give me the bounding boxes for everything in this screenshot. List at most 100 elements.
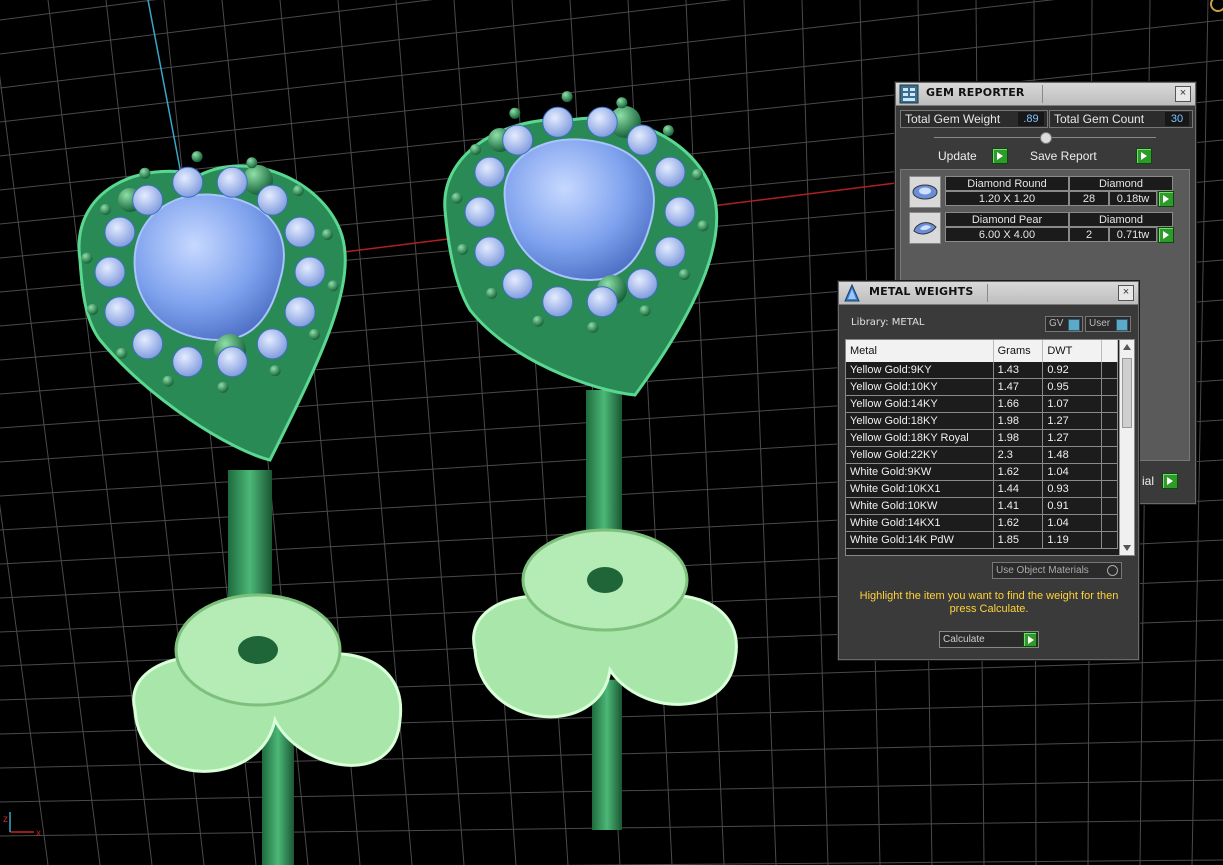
metal-row-grams: 1.98: [993, 412, 1044, 430]
metal-row[interactable]: Yellow Gold:18KY Royal 1.98 1.27: [846, 429, 1118, 447]
metal-row-metal: White Gold:14K PdW: [846, 531, 994, 549]
gem-row-pear-count: 2: [1069, 227, 1109, 242]
metal-row-grams: 1.41: [993, 497, 1044, 515]
gem-reporter-close-button[interactable]: ×: [1175, 86, 1191, 102]
metal-row-dwt: 0.91: [1042, 497, 1103, 515]
total-gem-count-value: 30: [1165, 112, 1189, 126]
right-bead: [561, 91, 573, 103]
gem-reporter-titlebar[interactable]: GEM REPORTER ×: [896, 83, 1195, 106]
gv-toggle-icon: [1068, 319, 1080, 331]
save-report-go-icon: [1136, 148, 1152, 164]
gem-reporter-title: GEM REPORTER: [926, 86, 1025, 99]
right-bead: [532, 315, 544, 327]
right-bead: [451, 192, 463, 204]
gem-row-round-weight: 0.18tw: [1109, 191, 1157, 206]
right-halo-stone: [664, 196, 696, 228]
metal-row-grams: 1.47: [993, 378, 1044, 396]
metal-row[interactable]: White Gold:10KW 1.41 0.91: [846, 497, 1118, 515]
earring-left[interactable]: [77, 151, 403, 865]
earring-right[interactable]: [443, 91, 738, 830]
metal-row[interactable]: Yellow Gold:18KY 1.98 1.27: [846, 412, 1118, 430]
center-pear-gem-left: [133, 193, 285, 342]
metal-row[interactable]: Yellow Gold:22KY 2.3 1.48: [846, 446, 1118, 464]
gem-row-round-go-icon[interactable]: [1158, 191, 1174, 207]
metal-row[interactable]: Yellow Gold:14KY 1.66 1.07: [846, 395, 1118, 413]
grid-line: [0, 503, 49, 865]
gem-row-round-size: 1.20 X 1.20: [945, 191, 1069, 206]
axis-cyan-line: [147, 0, 186, 196]
metal-row-grams: 1.98: [993, 429, 1044, 447]
scroll-thumb[interactable]: [1122, 358, 1132, 428]
gem-row-pear-size: 6.00 X 4.00: [945, 227, 1069, 242]
left-bead: [100, 204, 112, 216]
metal-column-header[interactable]: Metal: [846, 340, 994, 362]
splitter-handle[interactable]: [1040, 132, 1052, 144]
scroll-down-icon[interactable]: [1123, 545, 1131, 551]
left-halo-stone: [104, 216, 136, 248]
metal-row-dwt: 1.27: [1042, 412, 1103, 430]
post-right-lower: [592, 680, 622, 830]
metal-row-dwt: 0.92: [1042, 362, 1103, 379]
gv-toggle[interactable]: GV: [1045, 316, 1083, 332]
calculate-button[interactable]: Calculate: [939, 631, 1039, 648]
metal-row[interactable]: White Gold:10KX1 1.44 0.93: [846, 480, 1118, 498]
total-gem-count-label: Total Gem Count: [1054, 112, 1145, 126]
left-halo-stone: [172, 346, 204, 378]
gem-row-pear-go-icon[interactable]: [1158, 227, 1174, 243]
left-bead: [87, 303, 99, 315]
right-halo-stone: [502, 268, 534, 300]
grid-line: [801, 0, 829, 865]
gem-row-pear[interactable]: Diamond Pear Diamond 6.00 X 4.00 2 0.71t…: [909, 212, 1174, 244]
metal-row[interactable]: White Gold:9KW 1.62 1.04: [846, 463, 1118, 481]
metal-row[interactable]: Yellow Gold:9KY 1.43 0.92: [846, 362, 1118, 379]
metal-table: Metal Grams DWT Yellow Gold:9KY 1.43 0.92 Y…: [846, 340, 1118, 549]
metal-row-spare: [1101, 497, 1118, 515]
metal-row[interactable]: White Gold:14KX1 1.62 1.04: [846, 514, 1118, 532]
left-bead: [327, 280, 339, 292]
metal-row-spare: [1101, 395, 1118, 413]
axis-indicator: x z: [3, 812, 41, 839]
partial-go-icon: [1162, 473, 1178, 489]
metal-weights-panel: METAL WEIGHTS × Library: METAL GV User M…: [838, 281, 1139, 660]
total-gem-count-group: Total Gem Count 30: [1049, 110, 1193, 128]
grams-column-header[interactable]: Grams: [993, 340, 1044, 362]
scroll-up-icon[interactable]: [1123, 344, 1131, 350]
left-halo-stone: [294, 256, 326, 288]
grid-line: [47, 0, 153, 865]
save-report-button[interactable]: Save Report: [1030, 148, 1152, 164]
gem-row-round[interactable]: Diamond Round Diamond 1.20 X 1.20 28 0.1…: [909, 176, 1174, 208]
right-halo-stone: [586, 106, 618, 138]
metal-row-metal: White Gold:10KW: [846, 497, 994, 515]
dwt-column-header[interactable]: DWT: [1042, 340, 1103, 362]
metal-table-container[interactable]: Metal Grams DWT Yellow Gold:9KY 1.43 0.92 Y…: [845, 339, 1135, 556]
partial-button-label: ial: [1142, 474, 1155, 488]
left-bead: [191, 151, 203, 163]
calculate-hint: Highlight the item you want to find the …: [859, 590, 1119, 615]
right-halo-stone: [502, 124, 534, 156]
right-halo-stone: [474, 156, 506, 188]
metal-row-spare: [1101, 463, 1118, 481]
left-bead: [116, 347, 128, 359]
use-object-materials-toggle[interactable]: Use Object Materials: [992, 562, 1122, 579]
grid-line: [743, 0, 777, 865]
right-halo-stone: [542, 106, 574, 138]
metal-row[interactable]: White Gold:14K PdW 1.85 1.19: [846, 531, 1118, 549]
user-toggle[interactable]: User: [1085, 316, 1131, 332]
user-toggle-label: User: [1089, 318, 1111, 329]
partial-button[interactable]: ial: [1138, 473, 1186, 489]
update-button[interactable]: Update: [938, 148, 1008, 164]
metal-table-scrollbar[interactable]: [1119, 340, 1134, 555]
metal-row-grams: 2.3: [993, 446, 1044, 464]
metal-weights-titlebar[interactable]: METAL WEIGHTS ×: [839, 282, 1138, 305]
metal-table-header: Metal Grams DWT: [846, 340, 1118, 362]
metal-row[interactable]: Yellow Gold:10KY 1.47 0.95: [846, 378, 1118, 396]
left-bead: [139, 167, 151, 179]
grid-line: [0, 0, 732, 89]
right-halo-stone: [626, 124, 658, 156]
diamond-pear-icon: [909, 212, 941, 244]
metal-weights-close-button[interactable]: ×: [1118, 285, 1134, 301]
right-bead: [509, 107, 521, 119]
left-halo-stone: [132, 184, 164, 216]
user-toggle-icon: [1116, 319, 1128, 331]
right-bead: [616, 97, 628, 109]
